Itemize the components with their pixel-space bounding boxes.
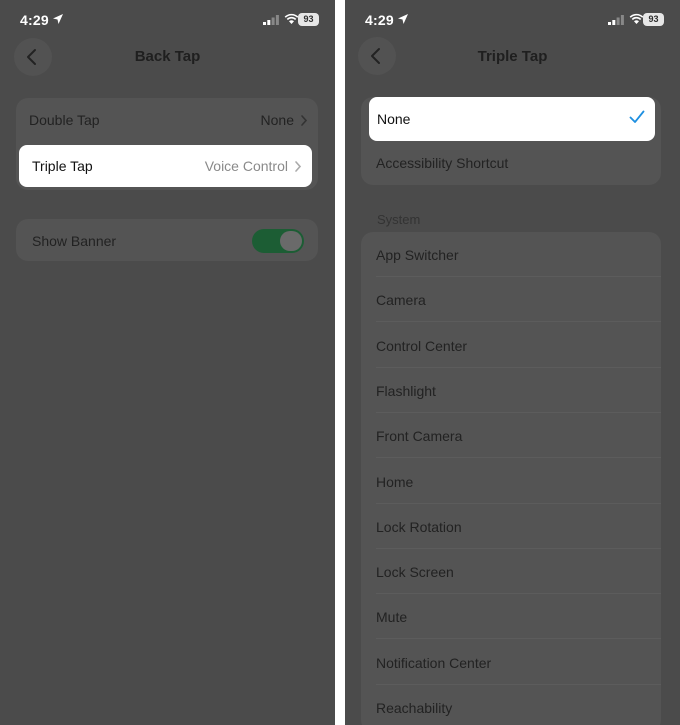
option-label: Camera [376,292,426,309]
option-label: Accessibility Shortcut [376,155,509,171]
show-banner-label: Show Banner [32,233,117,249]
double-tap-row[interactable]: Double Tap None [16,98,318,143]
option-lock-rotation[interactable]: Lock Rotation [361,504,661,549]
option-lock-screen[interactable]: Lock Screen [361,549,661,595]
option-control-center[interactable]: Control Center [361,323,661,368]
status-bar: 4:29 93 [0,0,335,40]
option-label: None [377,111,411,127]
show-banner-toggle[interactable] [252,229,304,253]
option-label: Mute [376,609,408,626]
chevron-right-icon [301,115,308,126]
status-time: 4:29 [365,12,394,28]
option-label: Flashlight [376,382,436,399]
location-arrow-icon [398,14,408,24]
option-label: Lock Rotation [376,518,462,535]
battery-icon: 93 [643,13,664,26]
location-arrow-icon [53,14,63,24]
option-none[interactable]: None [369,97,655,141]
option-label: Lock Screen [376,564,454,581]
double-tap-value: None [260,112,294,128]
option-front-camera[interactable]: Front Camera [361,413,661,459]
option-reachability[interactable]: Reachability [361,685,661,725]
option-label: Control Center [376,337,468,354]
triple-tap-screen: 4:29 93 Triple Tap Accessibility Shortcu… [345,0,680,725]
wifi-icon [284,13,299,24]
option-accessibility-shortcut[interactable]: Accessibility Shortcut [361,142,661,187]
option-flashlight[interactable]: Flashlight [361,368,661,413]
option-label: Front Camera [376,428,463,445]
system-options-group: App Switcher Camera Control Center Flashlig… [361,232,661,725]
option-mute[interactable]: Mute [361,594,661,640]
section-header-system: System [377,212,421,227]
double-tap-label: Double Tap [29,112,100,128]
battery-icon: 93 [298,13,319,26]
wifi-icon [629,13,644,24]
status-time: 4:29 [20,12,49,28]
checkmark-icon [629,110,645,123]
option-label: App Switcher [376,247,459,263]
cellular-signal-icon [263,15,279,25]
show-banner-row: Show Banner [16,219,318,261]
cellular-signal-icon [608,15,624,25]
toggle-knob [280,231,302,251]
option-label: Reachability [376,700,453,716]
back-tap-screen: 4:29 93 Back Tap Double Tap None Triple … [0,0,335,725]
option-home[interactable]: Home [361,459,661,504]
triple-tap-label: Triple Tap [32,158,93,174]
chevron-right-icon [295,161,302,172]
option-notification-center[interactable]: Notification Center [361,640,661,685]
triple-tap-row[interactable]: Triple Tap Voice Control [19,145,312,187]
option-app-switcher[interactable]: App Switcher [361,232,661,277]
option-label: Home [376,473,414,490]
status-bar: 4:29 93 [345,0,680,40]
option-camera[interactable]: Camera [361,277,661,323]
option-label: Notification Center [376,654,492,671]
page-title: Back Tap [134,48,201,65]
triple-tap-value: Voice Control [204,158,288,174]
page-title: Triple Tap [477,48,548,65]
